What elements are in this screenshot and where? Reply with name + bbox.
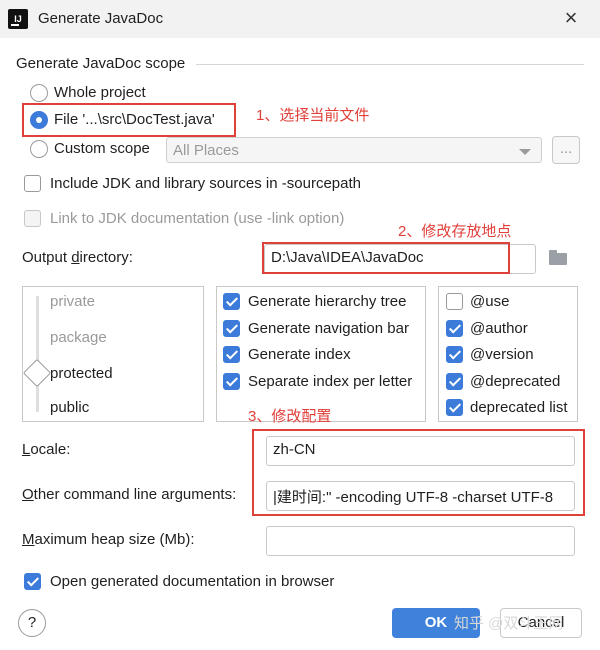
folder-icon	[549, 250, 567, 265]
scope-separator	[196, 64, 584, 65]
deprecated-tag-label[interactable]: @deprecated	[470, 373, 560, 390]
annotation-step1: 1、选择当前文件	[256, 107, 370, 124]
separate-index-checkbox[interactable]	[223, 373, 240, 390]
whole-project-radio[interactable]	[30, 84, 48, 102]
intellij-app-icon: IJ	[8, 9, 28, 29]
hierarchy-tree-label[interactable]: Generate hierarchy tree	[248, 293, 406, 310]
close-icon[interactable]: ×	[560, 6, 582, 30]
chevron-down-icon	[519, 149, 531, 155]
help-button[interactable]: ?	[18, 609, 46, 637]
use-tag-checkbox[interactable]	[446, 293, 463, 310]
annotation-box-output-directory	[262, 242, 510, 274]
include-jdk-checkbox[interactable]	[24, 175, 41, 192]
deprecated-list-label[interactable]: deprecated list	[470, 399, 568, 416]
separate-index-label[interactable]: Separate index per letter	[248, 373, 412, 390]
deprecated-tag-checkbox[interactable]	[446, 373, 463, 390]
use-tag-label[interactable]: @use	[470, 293, 509, 310]
scope-group-label: Generate JavaDoc scope	[16, 55, 186, 72]
other-args-label: Other command line arguments:	[22, 486, 237, 503]
max-heap-input[interactable]	[266, 526, 575, 556]
whole-project-label[interactable]: Whole project	[54, 84, 146, 101]
level-public[interactable]: public	[50, 399, 89, 416]
link-jdk-checkbox[interactable]	[24, 210, 41, 227]
author-tag-checkbox[interactable]	[446, 320, 463, 337]
version-tag-label[interactable]: @version	[470, 346, 534, 363]
open-browser-label[interactable]: Open generated documentation in browser	[50, 573, 334, 590]
generate-index-label[interactable]: Generate index	[248, 346, 351, 363]
version-tag-checkbox[interactable]	[446, 346, 463, 363]
deprecated-list-checkbox[interactable]	[446, 399, 463, 416]
level-package[interactable]: package	[50, 329, 107, 346]
folder-browse-button[interactable]	[540, 244, 576, 274]
output-directory-label: Output directory:	[22, 249, 133, 266]
author-tag-label[interactable]: @author	[470, 320, 528, 337]
annotation-box-file-scope	[22, 103, 236, 137]
level-protected[interactable]: protected	[50, 365, 113, 382]
window-title: Generate JavaDoc	[38, 10, 164, 27]
locale-label: Locale:	[22, 441, 71, 458]
access-level-slider-track[interactable]	[36, 296, 39, 412]
annotation-box-config	[252, 429, 585, 516]
annotation-step2: 2、修改存放地点	[398, 223, 512, 240]
custom-scope-select[interactable]: All Places	[166, 137, 542, 163]
custom-scope-label[interactable]: Custom scope	[54, 140, 150, 157]
custom-scope-radio[interactable]	[30, 140, 48, 158]
annotation-step3: 3、修改配置	[248, 408, 332, 425]
custom-scope-browse-button[interactable]: ...	[552, 136, 580, 164]
link-jdk-label[interactable]: Link to JDK documentation (use -link opt…	[50, 210, 344, 227]
max-heap-label: Maximum heap size (Mb):	[22, 531, 195, 548]
level-private[interactable]: private	[50, 293, 95, 310]
navigation-bar-label[interactable]: Generate navigation bar	[248, 320, 409, 337]
hierarchy-tree-checkbox[interactable]	[223, 293, 240, 310]
custom-scope-select-value: All Places	[173, 142, 239, 159]
generate-index-checkbox[interactable]	[223, 346, 240, 363]
navigation-bar-checkbox[interactable]	[223, 320, 240, 337]
open-browser-checkbox[interactable]	[24, 573, 41, 590]
include-jdk-label[interactable]: Include JDK and library sources in -sour…	[50, 175, 361, 192]
watermark: 知乎 @双斗王网	[454, 615, 564, 632]
